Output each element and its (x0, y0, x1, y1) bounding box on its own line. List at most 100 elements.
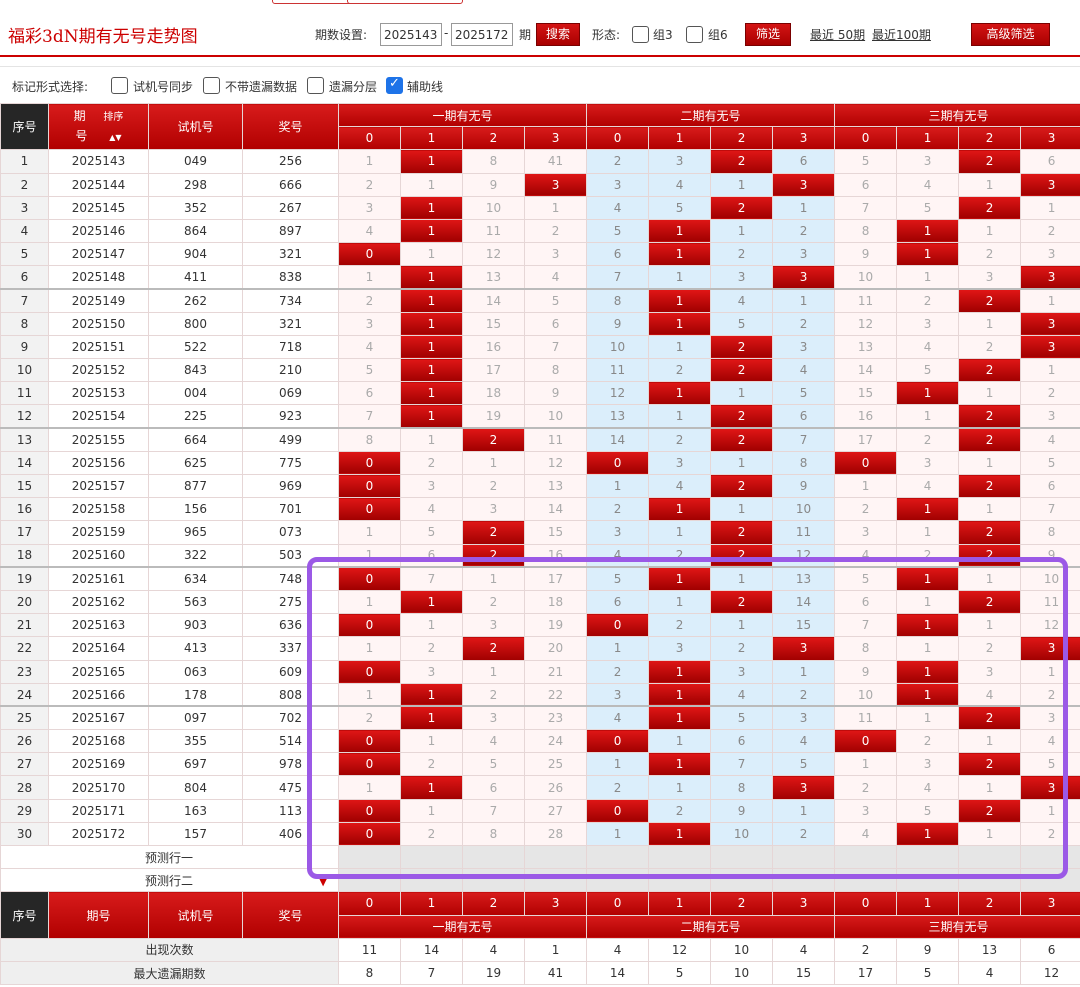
predict-cell[interactable] (462, 844, 525, 870)
predict-cell[interactable] (523, 868, 588, 893)
predict-cell[interactable] (462, 868, 525, 893)
miss-cell: 12 (1020, 613, 1080, 638)
predict-cell[interactable] (1020, 844, 1080, 870)
predict-cell[interactable] (834, 868, 898, 893)
miss-cell: 17 (462, 358, 525, 383)
miss-cell: 6 (523, 311, 588, 336)
predict-cell[interactable] (772, 868, 836, 893)
miss-cell: 7 (586, 265, 650, 290)
advanced-filter-button[interactable]: 高级筛选 (971, 23, 1050, 46)
predict-cell[interactable] (648, 868, 712, 893)
filter-button[interactable]: 筛选 (745, 23, 791, 46)
miss-cell: 6 (586, 242, 650, 267)
marker-checkbox-layer[interactable] (307, 77, 324, 94)
hit-cell: 1 (896, 242, 960, 267)
predict-cell[interactable] (710, 868, 774, 893)
miss-cell: 5 (1020, 450, 1080, 476)
footer-digit: 1 (896, 891, 960, 916)
group6-checkbox[interactable] (686, 26, 703, 43)
group3-checkbox[interactable] (632, 26, 649, 43)
predict-cell[interactable] (958, 868, 1022, 893)
miss-cell: 1 (400, 172, 463, 197)
miss-cell: 11 (462, 218, 525, 244)
predict-cell[interactable] (648, 844, 712, 870)
predict-cell[interactable] (1020, 868, 1080, 893)
hit-cell: 1 (648, 218, 712, 244)
row-seq: 5 (0, 242, 49, 267)
recent-100-link[interactable]: 最近100期 (872, 26, 931, 43)
miss-cell: 1 (958, 311, 1022, 336)
miss-cell: 16 (523, 543, 588, 568)
marker-checkbox-no-miss[interactable] (203, 77, 220, 94)
header-test-number: 试机号 (148, 102, 243, 151)
header-prize-number: 奖号 (242, 102, 339, 151)
miss-cell: 4 (896, 172, 960, 197)
miss-cell: 11 (523, 427, 588, 452)
predict-cell[interactable] (523, 844, 588, 870)
miss-cell: 2 (586, 149, 650, 174)
hit-cell: 1 (648, 659, 712, 684)
hit-cell: 2 (958, 195, 1022, 220)
predict-cell[interactable] (400, 868, 463, 893)
miss-cell: 4 (462, 729, 525, 754)
marker-checkbox-guide[interactable] (386, 76, 403, 94)
miss-cell: 13 (834, 334, 898, 360)
miss-cell: 23 (523, 705, 588, 731)
period-to-input[interactable] (451, 23, 513, 46)
hit-cell: 2 (958, 404, 1022, 429)
predict-cell[interactable] (710, 844, 774, 870)
header-period[interactable]: 期 排序 号 ▲▼ (48, 102, 149, 151)
miss-cell: 25 (523, 752, 588, 777)
hit-cell: 3 (1020, 636, 1080, 661)
miss-cell: 7 (710, 752, 774, 777)
miss-cell: 1 (958, 566, 1022, 591)
marker-checkbox-sync[interactable] (111, 77, 128, 94)
miss-cell: 2 (896, 729, 960, 754)
predict-cell[interactable] (400, 844, 463, 870)
miss-cell: 26 (523, 775, 588, 800)
period-from-input[interactable] (380, 23, 442, 46)
miss-cell: 7 (1020, 497, 1080, 522)
predict-cell[interactable] (772, 844, 836, 870)
miss-cell: 1 (772, 659, 836, 684)
miss-cell: 3 (462, 613, 525, 638)
miss-cell: 4 (338, 218, 401, 244)
row-seq: 6 (0, 265, 49, 290)
row-period: 2025148 (48, 265, 149, 290)
miss-cell: 2 (772, 311, 836, 336)
miss-cell: 4 (1020, 729, 1080, 754)
miss-cell: 5 (896, 195, 960, 220)
miss-cell: 7 (338, 404, 401, 429)
predict-cell[interactable] (338, 844, 401, 870)
predict-cell[interactable] (834, 844, 898, 870)
digit-header: 2 (958, 126, 1022, 151)
hit-cell: 2 (958, 287, 1022, 313)
recent-50-link[interactable]: 最近 50期 (810, 26, 865, 43)
miss-cell: 2 (834, 497, 898, 522)
hit-cell: 1 (400, 287, 463, 313)
predict-cell[interactable] (338, 868, 401, 893)
hit-cell: 2 (958, 705, 1022, 731)
hit-cell: 1 (648, 705, 712, 731)
miss-cell: 3 (462, 497, 525, 522)
hit-cell: 1 (400, 218, 463, 244)
predict-cell[interactable] (958, 844, 1022, 870)
predict-cell[interactable] (896, 844, 960, 870)
miss-cell: 5 (586, 566, 650, 591)
sort-label[interactable]: 排序 (103, 112, 123, 123)
arrow-down-icon: ▼ (318, 874, 328, 888)
hit-cell: 1 (648, 497, 712, 522)
miss-cell: 2 (710, 242, 774, 267)
row-prize-number: 499 (242, 427, 339, 452)
search-button[interactable]: 搜索 (536, 23, 580, 46)
predict-cell[interactable] (586, 868, 650, 893)
miss-cell: 6 (338, 381, 401, 406)
predict-cell[interactable] (896, 868, 960, 893)
predict-cell[interactable] (586, 844, 650, 870)
table-row: 19 2025161 634 748 0 7 1 17 5 1 1 13 5 1 1 10 (0, 566, 1080, 591)
header-group-3: 三期有无号 (834, 102, 1080, 128)
row-seq: 26 (0, 729, 49, 754)
row-prize-number: 256 (242, 149, 339, 174)
sort-arrows-icon[interactable]: ▲▼ (109, 133, 121, 142)
miss-cell: 9 (834, 242, 898, 267)
